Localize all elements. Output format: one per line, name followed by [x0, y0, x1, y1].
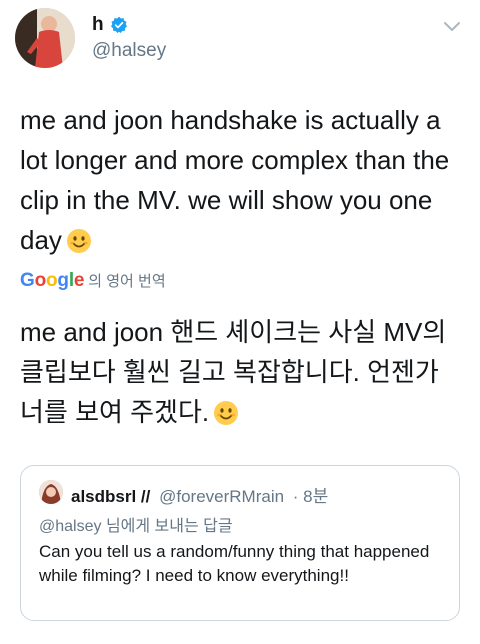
translated-body: me and joon 핸드 셰이크는 사실 MV의 클립보다 훨씬 길고 복잡…: [20, 312, 465, 432]
translation-label: 의 영어 번역: [88, 273, 166, 290]
quoted-reply-handle[interactable]: @halsey: [39, 518, 102, 535]
quoted-tweet-text: Can you tell us a random/funny thing tha…: [39, 542, 430, 585]
chevron-down-icon[interactable]: [443, 20, 461, 32]
google-letter: e: [73, 270, 85, 291]
tweet-body: me and joon handshake is actually a lot …: [20, 100, 465, 260]
tweet-header: h @halsey: [0, 0, 480, 90]
author-name-row: h: [92, 14, 128, 36]
author-handle[interactable]: @halsey: [92, 40, 166, 62]
quoted-handle[interactable]: @foreverRMrain: [159, 487, 284, 506]
quoted-header: alsdbsrl // @foreverRMrain · 8분: [71, 482, 328, 507]
author-avatar[interactable]: [15, 8, 75, 68]
author-display-name[interactable]: h: [92, 14, 104, 36]
quoted-tweet-card[interactable]: alsdbsrl // @foreverRMrain · 8분 @halsey …: [20, 465, 460, 621]
google-letter: G: [20, 270, 35, 291]
smiling-face-emoji-icon: [66, 225, 92, 253]
google-letter: o: [34, 270, 47, 291]
google-logo: Google: [20, 270, 84, 292]
quoted-reply-label: 님에게 보내는 답글: [105, 518, 233, 535]
quoted-display-name[interactable]: alsdbsrl //: [71, 487, 150, 506]
smiling-face-emoji-icon: [213, 397, 239, 425]
quoted-author-avatar[interactable]: [39, 480, 63, 504]
verified-badge-icon: [110, 16, 128, 34]
translation-attribution[interactable]: Google 의 영어 번역: [20, 270, 166, 292]
google-letter: g: [57, 270, 69, 291]
quoted-time: · 8분: [292, 487, 329, 506]
quoted-reply-context: @halsey 님에게 보내는 답글: [39, 512, 233, 536]
google-letter: o: [46, 270, 58, 291]
